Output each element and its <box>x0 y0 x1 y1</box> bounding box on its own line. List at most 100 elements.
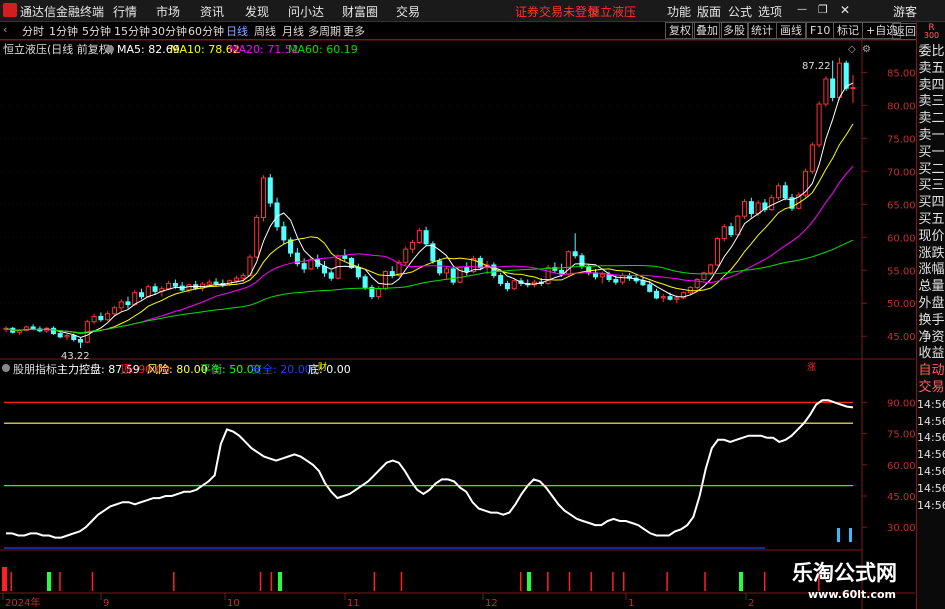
sidebar-tab[interactable]: 14:56 <box>917 396 945 413</box>
sidebar-tab[interactable]: 涨跌 <box>918 245 945 262</box>
menu-item-discover[interactable]: 发现 <box>245 3 269 20</box>
candle-body <box>620 275 626 283</box>
adjust-price-button[interactable]: 复权 <box>665 22 695 39</box>
mark-button[interactable]: 标记 <box>833 22 863 39</box>
sidebar-tab[interactable]: 14:56 <box>917 446 945 463</box>
signal-bar-red <box>704 572 706 591</box>
period-tab-daily[interactable]: 日线 <box>226 23 248 39</box>
sidebar-tab[interactable]: 外盘 <box>918 295 945 312</box>
y-tick-label: 85.00 <box>887 68 915 79</box>
menu-item-quotes[interactable]: 行情 <box>113 3 137 20</box>
signal-bar-red <box>519 572 522 591</box>
sidebar-tab[interactable]: 14:56 <box>917 429 945 446</box>
menu-item-layout[interactable]: 版面 <box>697 3 721 20</box>
settings-gear-icon[interactable]: ⚙ <box>862 44 871 55</box>
menu-item-options[interactable]: 选项 <box>758 3 782 20</box>
candle-body <box>274 202 280 228</box>
back-button[interactable]: 返回 <box>892 23 918 40</box>
limit-up-marker[interactable]: 涨 <box>807 362 816 373</box>
period-tab-multi[interactable]: 多周期 <box>308 23 341 39</box>
sidebar-tab[interactable]: 涨幅 <box>918 261 945 278</box>
period-tab-30min[interactable]: 30分钟 <box>151 23 187 39</box>
sidebar-tab[interactable]: 卖五 <box>918 60 945 77</box>
sidebar-tab[interactable]: 总量 <box>918 278 945 295</box>
candle-body <box>301 263 307 270</box>
x-tick-label: 1 <box>628 598 634 609</box>
menu-item-wealth[interactable]: 财富圈 <box>342 3 378 20</box>
kline-chart[interactable]: 恒立液压(日线 前复权) MA5: 82.69 MA10: 78.62 MA20… <box>0 40 915 609</box>
sidebar-tab[interactable]: 14:56 <box>917 497 945 514</box>
menu-item-ask[interactable]: 问小达 <box>288 3 324 20</box>
ind-y-tick-label: 75.00 <box>887 430 915 441</box>
menu-item-trade[interactable]: 交易 <box>396 3 420 20</box>
sidebar-tab[interactable]: 卖三 <box>918 93 945 110</box>
candle-body <box>376 288 382 298</box>
period-tab-5min[interactable]: 5分钟 <box>82 23 111 39</box>
sidebar-tab[interactable]: 换手 <box>918 312 945 329</box>
sidebar-tab[interactable]: 委比 <box>918 43 945 60</box>
chart-title: 恒立液压(日线 前复权) <box>3 42 114 56</box>
sidebar-tab[interactable]: 买五 <box>918 211 945 228</box>
sidebar-tab[interactable]: 现价 <box>918 228 945 245</box>
sidebar-tab[interactable]: 卖四 <box>918 77 945 94</box>
menu-item-market[interactable]: 市场 <box>156 3 180 20</box>
sidebar-tab[interactable]: 买四 <box>918 194 945 211</box>
trade-login-status[interactable]: 证券交易未登录 <box>515 3 599 20</box>
sidebar-tab[interactable]: 交易 <box>918 379 945 396</box>
candle-body <box>91 315 97 323</box>
indicator-value-label: 底: 0.00 <box>308 362 351 376</box>
sidebar-tab[interactable]: 买二 <box>918 161 945 178</box>
sidebar-tab[interactable]: 14:56 <box>917 413 945 430</box>
indicator-settings-icon[interactable] <box>2 364 10 372</box>
restore-icon[interactable]: ❐ <box>818 3 828 16</box>
candle-body <box>152 286 158 292</box>
candle-body <box>586 265 592 274</box>
period-tab-15min[interactable]: 15分钟 <box>114 23 150 39</box>
sidebar-tab[interactable]: 14:56 <box>917 480 945 497</box>
multi-stock-button[interactable]: 多股 <box>719 22 749 39</box>
signal-bar-red <box>763 572 766 591</box>
menu-item-function[interactable]: 功能 <box>667 3 691 20</box>
candle-body <box>640 280 646 286</box>
sidebar-tab[interactable]: 卖二 <box>918 110 945 127</box>
toolbar-collapse-icon[interactable]: ‹ <box>3 23 7 36</box>
sidebar-tab[interactable]: 买一 <box>918 144 945 161</box>
candle-body <box>105 313 111 321</box>
watermark-title: 乐淘公式网 <box>792 561 897 585</box>
ma60-label: MA60: 60.19 <box>288 43 358 56</box>
menu-item-news[interactable]: 资讯 <box>200 3 224 20</box>
sidebar-tab[interactable]: 净资 <box>918 329 945 346</box>
signal-bar-red <box>666 572 668 591</box>
period-tab-60min[interactable]: 60分钟 <box>188 23 224 39</box>
candle-body <box>260 177 267 218</box>
sidebar-tab[interactable]: 收益 <box>918 345 945 362</box>
sidebar-tab[interactable]: 14:56 <box>917 463 945 480</box>
sidebar-r-sub: 300 <box>923 31 940 40</box>
period-tab-monthly[interactable]: 月线 <box>282 23 304 39</box>
period-tab-weekly[interactable]: 周线 <box>254 23 276 39</box>
signal-bar <box>849 528 852 542</box>
chart-settings-icon[interactable] <box>106 45 114 53</box>
candle-body <box>647 284 653 292</box>
f10-button[interactable]: F10 <box>806 22 835 39</box>
sidebar-tab[interactable]: 买三 <box>918 177 945 194</box>
menu-item-formula[interactable]: 公式 <box>728 3 752 20</box>
guest-label[interactable]: 游客 <box>893 3 917 20</box>
candle-body <box>735 215 741 236</box>
period-tab-1min[interactable]: 1分钟 <box>49 23 78 39</box>
period-tab-intraday[interactable]: 分时 <box>22 23 44 39</box>
indicator-name[interactable]: 股朋指标 <box>13 362 57 376</box>
sidebar-tab[interactable]: 自动 <box>918 362 945 379</box>
finance-marker[interactable]: 财 <box>318 361 327 373</box>
minimize-icon[interactable]: — <box>797 4 807 15</box>
ind-y-tick-label: 30.00 <box>887 523 915 534</box>
draw-line-button[interactable]: 画线 <box>776 22 806 39</box>
diamond-icon[interactable]: ◇ <box>848 44 856 55</box>
period-tab-more[interactable]: 更多 <box>343 23 365 39</box>
overlay-button[interactable]: 叠加 <box>692 22 722 39</box>
sidebar-tab[interactable]: 卖一 <box>918 127 945 144</box>
close-icon[interactable]: ✕ <box>840 3 850 17</box>
signal-bar <box>837 528 840 542</box>
candle-body <box>843 62 849 89</box>
statistics-button[interactable]: 统计 <box>747 22 777 39</box>
